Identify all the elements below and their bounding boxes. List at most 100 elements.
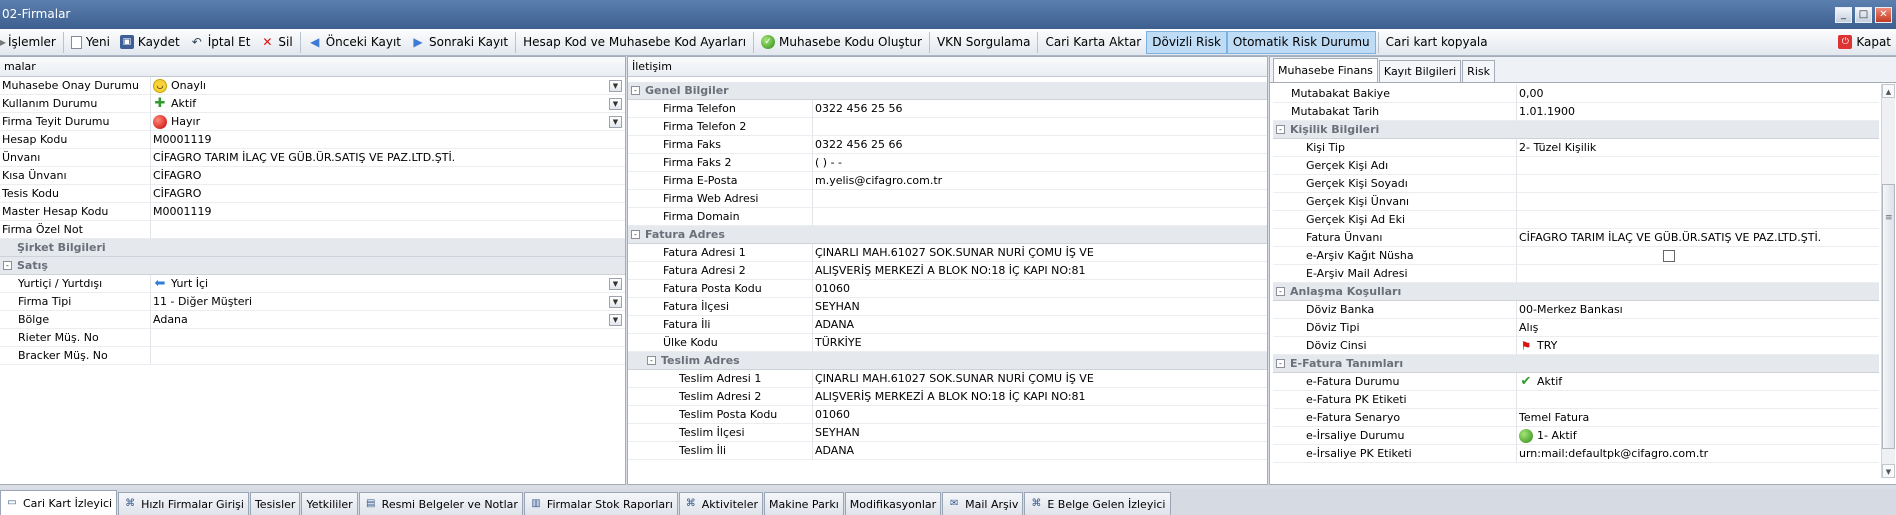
property-row[interactable]: Gerçek Kişi Soyadı bbox=[1273, 174, 1879, 193]
previous-record-button[interactable]: ◀ Önceki Kayıt bbox=[303, 31, 406, 54]
property-row[interactable]: Firma Özel Not bbox=[0, 220, 625, 239]
property-row[interactable]: Fatura Ünvanı CİFAGRO TARIM İLAÇ VE GÜB.Ü… bbox=[1273, 228, 1879, 247]
tab-record-info[interactable]: Kayıt Bilgileri bbox=[1378, 60, 1462, 82]
create-accounting-code-button[interactable]: ✓ Muhasebe Kodu Oluştur bbox=[756, 31, 927, 54]
vkn-query-button[interactable]: VKN Sorgulama bbox=[932, 31, 1036, 54]
property-row[interactable]: Kısa Ünvanı CİFAGRO bbox=[0, 166, 625, 185]
property-row[interactable]: Fatura Adresi 2 ALIŞVERİŞ MERKEZİ A BLOK … bbox=[628, 261, 1267, 280]
property-value-cell[interactable]: ÇINARLI MAH.61027 SOK.SUNAR NURİ ÇOMU İŞ… bbox=[813, 244, 1267, 262]
property-row[interactable]: Gerçek Kişi Adı bbox=[1273, 156, 1879, 175]
account-code-settings-button[interactable]: Hesap Kod ve Muhasebe Kod Ayarları bbox=[518, 31, 751, 54]
property-row[interactable]: Gerçek Kişi Ünvanı bbox=[1273, 192, 1879, 211]
property-row[interactable]: Bölge Adana ▼ bbox=[0, 310, 625, 329]
property-value-cell[interactable] bbox=[151, 347, 625, 365]
property-row[interactable]: Döviz Tipi Alış bbox=[1273, 318, 1879, 337]
category-personal-info[interactable]: - Kişilik Bilgileri bbox=[1273, 121, 1879, 139]
tab-accounting-finance[interactable]: Muhasebe Finans bbox=[1273, 58, 1378, 82]
checkbox[interactable] bbox=[1663, 249, 1675, 262]
property-row[interactable]: Kişi Tip 2- Tüzel Kişilik bbox=[1273, 138, 1879, 157]
property-value-cell[interactable]: 11 - Diğer Müşteri ▼ bbox=[151, 293, 625, 311]
collapse-icon[interactable]: - bbox=[1276, 125, 1285, 134]
property-row[interactable]: Muhasebe Onay Durumu ◡ Onaylı ▼ bbox=[0, 76, 625, 95]
property-value-cell[interactable]: 0322 456 25 66 bbox=[813, 136, 1267, 154]
property-value-cell[interactable]: M0001119 bbox=[151, 203, 625, 221]
property-value-cell[interactable]: CİFAGRO TARIM İLAÇ VE GÜB.ÜR.SATIŞ VE PA… bbox=[1517, 229, 1879, 247]
currency-risk-button[interactable]: Dövizli Risk bbox=[1146, 30, 1227, 54]
islemler-menu[interactable]: ▸ İşlemler bbox=[0, 31, 61, 54]
collapse-icon[interactable]: - bbox=[1276, 287, 1285, 296]
property-row[interactable]: Teslim Adresi 2 ALIŞVERİŞ MERKEZİ A BLOK … bbox=[628, 387, 1267, 406]
property-row[interactable]: Bracker Müş. No bbox=[0, 346, 625, 365]
collapse-icon[interactable]: - bbox=[3, 261, 12, 270]
property-row[interactable]: e-İrsaliye Durumu 1- Aktif bbox=[1273, 426, 1879, 445]
property-value-cell[interactable]: Adana ▼ bbox=[151, 311, 625, 329]
property-value-cell[interactable] bbox=[813, 208, 1267, 226]
property-row[interactable]: Fatura Posta Kodu 01060 bbox=[628, 279, 1267, 298]
property-row[interactable]: Firma Tipi 11 - Diğer Müşteri ▼ bbox=[0, 292, 625, 311]
property-value-cell[interactable]: M0001119 bbox=[151, 131, 625, 149]
property-row[interactable]: Teslim Posta Kodu 01060 bbox=[628, 405, 1267, 424]
property-row[interactable]: Fatura İlçesi SEYHAN bbox=[628, 297, 1267, 316]
property-value-cell[interactable] bbox=[1517, 391, 1879, 409]
property-row[interactable]: Mutabakat Tarih 1.01.1900 bbox=[1273, 102, 1879, 121]
maximize-icon[interactable]: □ bbox=[1855, 7, 1872, 23]
category-general-info[interactable]: - Genel Bilgiler bbox=[628, 82, 1267, 100]
bottom-tab[interactable]: Tesisler bbox=[249, 492, 301, 515]
transfer-to-account-button[interactable]: Cari Karta Aktar bbox=[1040, 31, 1146, 54]
scroll-up-icon[interactable]: ▲ bbox=[1882, 84, 1895, 98]
property-row[interactable]: Firma Teyit Durumu Hayır ▼ bbox=[0, 112, 625, 131]
cancel-button[interactable]: ↶ İptal Et bbox=[185, 31, 256, 54]
property-row[interactable]: e-Arşiv Kağıt Nüsha bbox=[1273, 246, 1879, 265]
property-row[interactable]: Fatura İli ADANA bbox=[628, 315, 1267, 334]
bottom-tab[interactable]: ▥ Firmalar Stok Raporları bbox=[523, 492, 678, 515]
property-value-cell[interactable]: ⚑ TRY bbox=[1517, 337, 1879, 355]
property-value-cell[interactable]: 1.01.1900 bbox=[1517, 103, 1879, 121]
property-row[interactable]: Firma Telefon 2 bbox=[628, 117, 1267, 136]
property-row[interactable]: Hesap Kodu M0001119 bbox=[0, 130, 625, 149]
dropdown-arrow-icon[interactable]: ▼ bbox=[609, 115, 622, 128]
dropdown-arrow-icon[interactable]: ▼ bbox=[609, 277, 622, 290]
property-row[interactable]: Tesis Kodu CİFAGRO bbox=[0, 184, 625, 203]
property-value-cell[interactable] bbox=[813, 118, 1267, 136]
property-row[interactable]: Teslim İlçesi SEYHAN bbox=[628, 423, 1267, 442]
property-row[interactable]: Firma Faks 0322 456 25 66 bbox=[628, 135, 1267, 154]
property-value-cell[interactable]: 01060 bbox=[813, 280, 1267, 298]
bottom-tab[interactable]: ✉ Mail Arşiv bbox=[942, 492, 1024, 515]
property-value-cell[interactable]: ( ) - - bbox=[813, 154, 1267, 172]
property-row[interactable]: Mutabakat Bakiye 0,00 bbox=[1273, 84, 1879, 103]
property-row[interactable]: Firma E-Posta m.yelis@cifagro.com.tr bbox=[628, 171, 1267, 190]
property-value-cell[interactable] bbox=[813, 190, 1267, 208]
property-row[interactable]: Teslim Adresi 1 ÇINARLI MAH.61027 SOK.SUN… bbox=[628, 369, 1267, 388]
automatic-risk-status-button[interactable]: Otomatik Risk Durumu bbox=[1226, 30, 1376, 54]
property-row[interactable]: E-Arşiv Mail Adresi bbox=[1273, 264, 1879, 283]
property-value-cell[interactable]: 2- Tüzel Kişilik bbox=[1517, 139, 1879, 157]
property-row[interactable]: Fatura Adresi 1 ÇINARLI MAH.61027 SOK.SUN… bbox=[628, 243, 1267, 262]
dropdown-arrow-icon[interactable]: ▼ bbox=[609, 97, 622, 110]
property-row[interactable]: Kullanım Durumu ✚ Aktif ▼ bbox=[0, 94, 625, 113]
property-row[interactable]: Gerçek Kişi Ad Eki bbox=[1273, 210, 1879, 229]
property-row[interactable]: Firma Telefon 0322 456 25 56 bbox=[628, 99, 1267, 118]
property-row[interactable]: e-İrsaliye PK Etiketi urn:mail:defaultpk@… bbox=[1273, 444, 1879, 463]
property-value-cell[interactable]: ÇINARLI MAH.61027 SOK.SUNAR NURİ ÇOMU İŞ… bbox=[813, 370, 1267, 388]
property-row[interactable]: Ülke Kodu TÜRKİYE bbox=[628, 333, 1267, 352]
category-agreement-terms[interactable]: - Anlaşma Koşulları bbox=[1273, 283, 1879, 301]
property-value-cell[interactable]: 01060 bbox=[813, 406, 1267, 424]
property-value-cell[interactable]: Alış bbox=[1517, 319, 1879, 337]
property-row[interactable]: Yurtiçi / Yurtdışı ⬅ Yurt İçi ▼ bbox=[0, 274, 625, 293]
property-row[interactable]: Ünvanı CİFAGRO TARIM İLAÇ VE GÜB.ÜR.SATIŞ… bbox=[0, 148, 625, 167]
property-value-cell[interactable]: CİFAGRO bbox=[151, 167, 625, 185]
property-value-cell[interactable]: 1- Aktif bbox=[1517, 427, 1879, 445]
property-row[interactable]: Teslim İli ADANA bbox=[628, 441, 1267, 460]
property-row[interactable]: e-Fatura Durumu ✔ Aktif bbox=[1273, 372, 1879, 391]
property-value-cell[interactable]: SEYHAN bbox=[813, 424, 1267, 442]
close-icon[interactable]: ✕ bbox=[1875, 7, 1892, 23]
copy-account-card-button[interactable]: Cari kart kopyala bbox=[1381, 31, 1493, 54]
property-value-cell[interactable]: ◡ Onaylı ▼ bbox=[151, 77, 625, 95]
property-value-cell[interactable] bbox=[151, 221, 625, 239]
property-value-cell[interactable]: 00-Merkez Bankası bbox=[1517, 301, 1879, 319]
property-value-cell[interactable]: 0322 456 25 56 bbox=[813, 100, 1267, 118]
bottom-tab[interactable]: ⌘ E Belge Gelen İzleyici bbox=[1024, 492, 1171, 515]
bottom-tab[interactable]: Modifikasyonlar bbox=[844, 492, 942, 515]
property-value-cell[interactable]: ✔ Aktif bbox=[1517, 373, 1879, 391]
category-sales[interactable]: - Satış bbox=[0, 257, 625, 275]
